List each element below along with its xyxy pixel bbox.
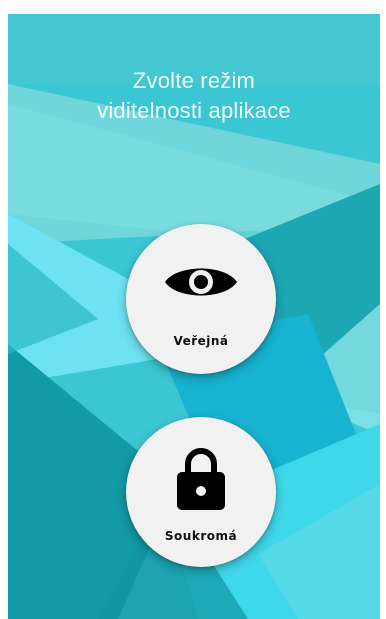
page-title: Zvolte režim viditelnosti aplikace: [8, 66, 380, 126]
lock-icon: [175, 447, 227, 516]
public-mode-button[interactable]: Veřejná: [126, 224, 276, 374]
visibility-screen: Zvolte režim viditelnosti aplikace Veřej…: [8, 14, 380, 619]
private-mode-button[interactable]: Soukromá: [126, 417, 276, 567]
private-mode-label: Soukromá: [164, 529, 238, 543]
eye-icon: [163, 260, 239, 309]
public-mode-label: Veřejná: [173, 334, 229, 348]
page-title-line-1: Zvolte režim: [132, 68, 256, 93]
page-title-line-2: viditelnosti aplikace: [97, 98, 291, 123]
